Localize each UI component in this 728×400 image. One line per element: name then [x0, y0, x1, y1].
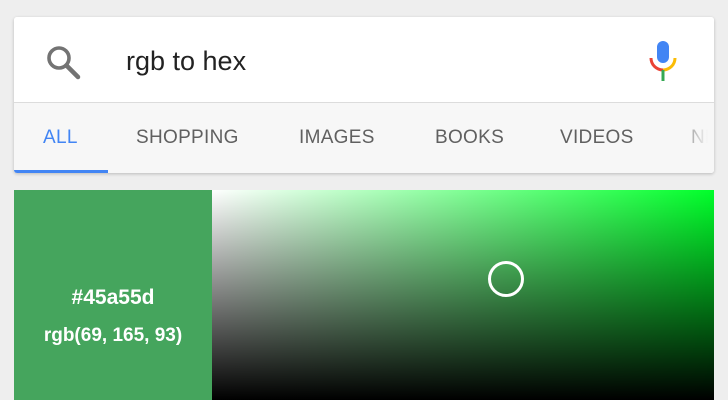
- hex-value: #45a55d: [71, 286, 155, 309]
- tab-videos[interactable]: VIDEOS: [560, 103, 634, 173]
- color-picker-card: #45a55d rgb(69, 165, 93): [14, 190, 714, 400]
- tab-images[interactable]: IMAGES: [299, 103, 375, 173]
- search-input[interactable]: [126, 41, 606, 81]
- tab-shopping[interactable]: SHOPPING: [136, 103, 239, 173]
- mic-icon[interactable]: [648, 39, 678, 85]
- search-card: ALL SHOPPING IMAGES BOOKS VIDEOS NE: [14, 17, 714, 173]
- tab-books[interactable]: BOOKS: [435, 103, 504, 173]
- rgb-value: rgb(69, 165, 93): [43, 325, 183, 346]
- saturation-value-picker[interactable]: [212, 190, 714, 400]
- search-tabs: ALL SHOPPING IMAGES BOOKS VIDEOS NE: [14, 103, 714, 173]
- color-swatch: #45a55d rgb(69, 165, 93): [14, 190, 212, 400]
- picker-dark-overlay: [212, 190, 714, 400]
- active-tab-indicator: [14, 170, 108, 173]
- search-bar: [14, 17, 714, 102]
- tab-all[interactable]: ALL: [43, 103, 78, 173]
- picker-handle[interactable]: [488, 261, 524, 297]
- tabs-fade: [674, 103, 714, 173]
- search-icon[interactable]: [44, 43, 82, 81]
